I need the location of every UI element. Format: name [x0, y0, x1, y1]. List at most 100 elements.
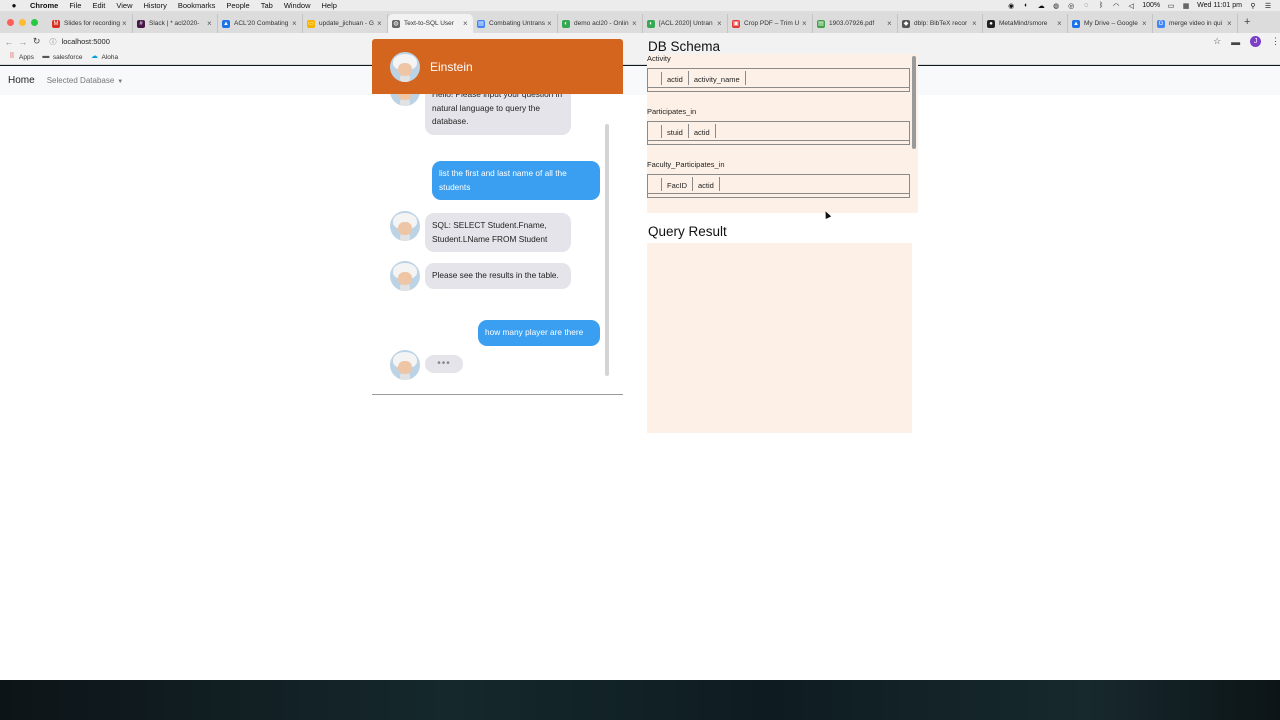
browser-tab[interactable]: Gmerge video in qui × — [1153, 14, 1238, 33]
profile-avatar[interactable]: J — [1250, 36, 1261, 47]
screen: ● Chrome File Edit View History Bookmark… — [0, 0, 1280, 720]
menu-history[interactable]: History — [144, 1, 167, 10]
tab-close-icon[interactable]: × — [1142, 19, 1148, 28]
tab-close-icon[interactable]: × — [377, 19, 383, 28]
query-result-heading: Query Result — [648, 224, 727, 239]
menu-file[interactable]: File — [69, 1, 81, 10]
tab-close-icon[interactable]: × — [1227, 19, 1233, 28]
einstein-avatar-icon — [390, 51, 420, 82]
tab-close-icon[interactable]: × — [292, 19, 298, 28]
chat-message-list[interactable]: Hello! Please input your question in nat… — [372, 94, 623, 384]
browser-tab[interactable]: ◍ Text-to-SQL User × — [388, 14, 473, 33]
query-result-panel[interactable] — [647, 243, 918, 433]
table-name: Activity — [647, 54, 671, 63]
folder-icon: ▬ — [42, 53, 50, 60]
tab-close-icon[interactable]: × — [547, 19, 553, 28]
tab-title: Text-to-SQL User — [404, 20, 454, 27]
bookmark-star-icon[interactable]: ☆ — [1213, 36, 1221, 47]
tabs-container: M Slides for recording × # Slack | * acl2020… — [48, 14, 1238, 33]
browser-tab[interactable]: M Slides for recording × — [48, 14, 133, 33]
tab-close-icon[interactable]: × — [717, 19, 723, 28]
spotlight-icon[interactable]: ⚲ — [1249, 2, 1257, 10]
address-bar-url[interactable]: localhost:5000 — [62, 37, 110, 46]
nav-home-link[interactable]: Home — [8, 75, 35, 86]
tab-favicon-icon: ◍ — [392, 19, 400, 28]
notification-center-icon[interactable]: ☰ — [1264, 2, 1272, 10]
panel-edge — [912, 243, 918, 433]
tab-close-icon[interactable]: × — [632, 19, 638, 28]
browser-tab[interactable]: ▲ ACL'20 Combating × — [218, 14, 303, 33]
browser-tab[interactable]: ◆ dblp: BibTeX recor × — [898, 14, 983, 33]
info-icon[interactable]: ⓘ — [50, 37, 57, 47]
siri-icon[interactable]: ◌ — [1082, 2, 1090, 9]
page-content: Home Selected Database ▼ — [0, 66, 1280, 680]
browser-tab[interactable]: ▤ Combating Untrans × — [473, 14, 558, 33]
menu-people[interactable]: People — [226, 1, 249, 10]
tab-title: [ACL 2020] Untran — [659, 20, 713, 27]
bookmark-salesforce[interactable]: ▬ salesforce — [42, 53, 83, 61]
bookmark-aloha[interactable]: ☁ Aloha — [90, 53, 118, 61]
more-menu-icon[interactable]: ⋮ — [1271, 36, 1280, 47]
table-faculty-participates-in: FacID actid — [647, 174, 910, 198]
wifi-icon[interactable]: ◠ — [1112, 2, 1120, 10]
zoom-window-button[interactable] — [31, 18, 38, 26]
tab-close-icon[interactable]: × — [972, 19, 978, 28]
column-header: activity_name — [689, 71, 746, 85]
tab-close-icon[interactable]: × — [1057, 19, 1063, 28]
tab-favicon-icon: ◆ — [902, 19, 910, 28]
bot-message: Hello! Please input your question in nat… — [425, 94, 571, 135]
bot-avatar-icon — [390, 211, 420, 241]
tab-close-icon[interactable]: × — [207, 19, 213, 28]
person-icon[interactable]: ◐ — [1022, 2, 1030, 9]
browser-tab[interactable]: ▭ update_jichuan - G × — [303, 14, 388, 33]
menubar-status-area: ◉ ◐ ☁ ◍ ◎ ◌ ᛒ ◠ ◁ 100% ▭ ▦ Wed 11:01 pm … — [1007, 0, 1272, 11]
volume-icon[interactable]: ◁ — [1127, 2, 1135, 10]
selected-database-dropdown[interactable]: Selected Database ▼ — [47, 76, 124, 85]
tab-favicon-icon: ▭ — [307, 19, 315, 28]
schema-panel[interactable]: Activity actid activity_name Participate… — [647, 54, 918, 213]
tab-title: Crop PDF – Trim U — [744, 20, 800, 27]
bookmark-apps[interactable]: ⠿ Apps — [8, 53, 33, 61]
tab-close-icon[interactable]: × — [802, 19, 808, 28]
wechat-icon[interactable]: ◎ — [1067, 2, 1075, 10]
menu-window[interactable]: Window — [284, 1, 311, 10]
menu-bookmarks[interactable]: Bookmarks — [178, 1, 216, 10]
new-tab-button[interactable]: + — [1244, 16, 1250, 28]
tab-favicon-icon: # — [137, 19, 145, 28]
cloud-icon[interactable]: ☁ — [1037, 2, 1045, 10]
flag-icon[interactable]: ▦ — [1182, 2, 1190, 10]
back-arrow-icon[interactable]: ← — [4, 37, 14, 47]
browser-tab[interactable]: ◐ demo acl20 - Onlin × — [558, 14, 643, 33]
browser-tab[interactable]: ◐ [ACL 2020] Untran × — [643, 14, 728, 33]
close-window-button[interactable] — [7, 18, 14, 26]
tab-close-icon[interactable]: × — [122, 19, 128, 28]
browser-tab[interactable]: # Slack | * acl2020- × — [133, 14, 218, 33]
browser-tab[interactable]: ▤ 1903.07926.pdf × — [813, 14, 898, 33]
tab-close-icon[interactable]: × — [463, 19, 469, 28]
bookmark-label: Aloha — [101, 53, 119, 61]
menu-tab[interactable]: Tab — [261, 1, 273, 10]
browser-tab[interactable]: ▲ My Drive – Google × — [1068, 14, 1153, 33]
browser-tab[interactable]: ● MetaMind/smore × — [983, 14, 1068, 33]
chat-icon[interactable]: ◍ — [1052, 2, 1060, 10]
bookmark-label: salesforce — [52, 53, 83, 61]
bluetooth-icon[interactable]: ᛒ — [1097, 2, 1105, 9]
extension-icon[interactable]: ▬ — [1231, 37, 1240, 47]
record-icon[interactable]: ◉ — [1007, 2, 1015, 10]
menu-edit[interactable]: Edit — [92, 1, 105, 10]
address-bar[interactable]: ⓘ localhost:5000 ☆ — [49, 34, 1222, 49]
apple-menu-icon[interactable]: ● — [8, 1, 20, 10]
table-divider — [648, 193, 909, 194]
schema-scrollbar[interactable] — [912, 56, 916, 149]
menubar-clock[interactable]: Wed 11:01 pm — [1197, 2, 1242, 9]
forward-arrow-icon[interactable]: → — [18, 37, 28, 47]
menu-help[interactable]: Help — [322, 1, 337, 10]
menu-app-chrome[interactable]: Chrome — [30, 1, 58, 10]
minimize-window-button[interactable] — [19, 18, 26, 26]
tab-close-icon[interactable]: × — [887, 19, 893, 28]
battery-icon[interactable]: ▭ — [1167, 2, 1175, 10]
chat-scrollbar[interactable] — [605, 124, 609, 376]
browser-tab[interactable]: ▣ Crop PDF – Trim U × — [728, 14, 813, 33]
menu-view[interactable]: View — [116, 1, 132, 10]
reload-icon[interactable]: ↻ — [32, 36, 42, 47]
